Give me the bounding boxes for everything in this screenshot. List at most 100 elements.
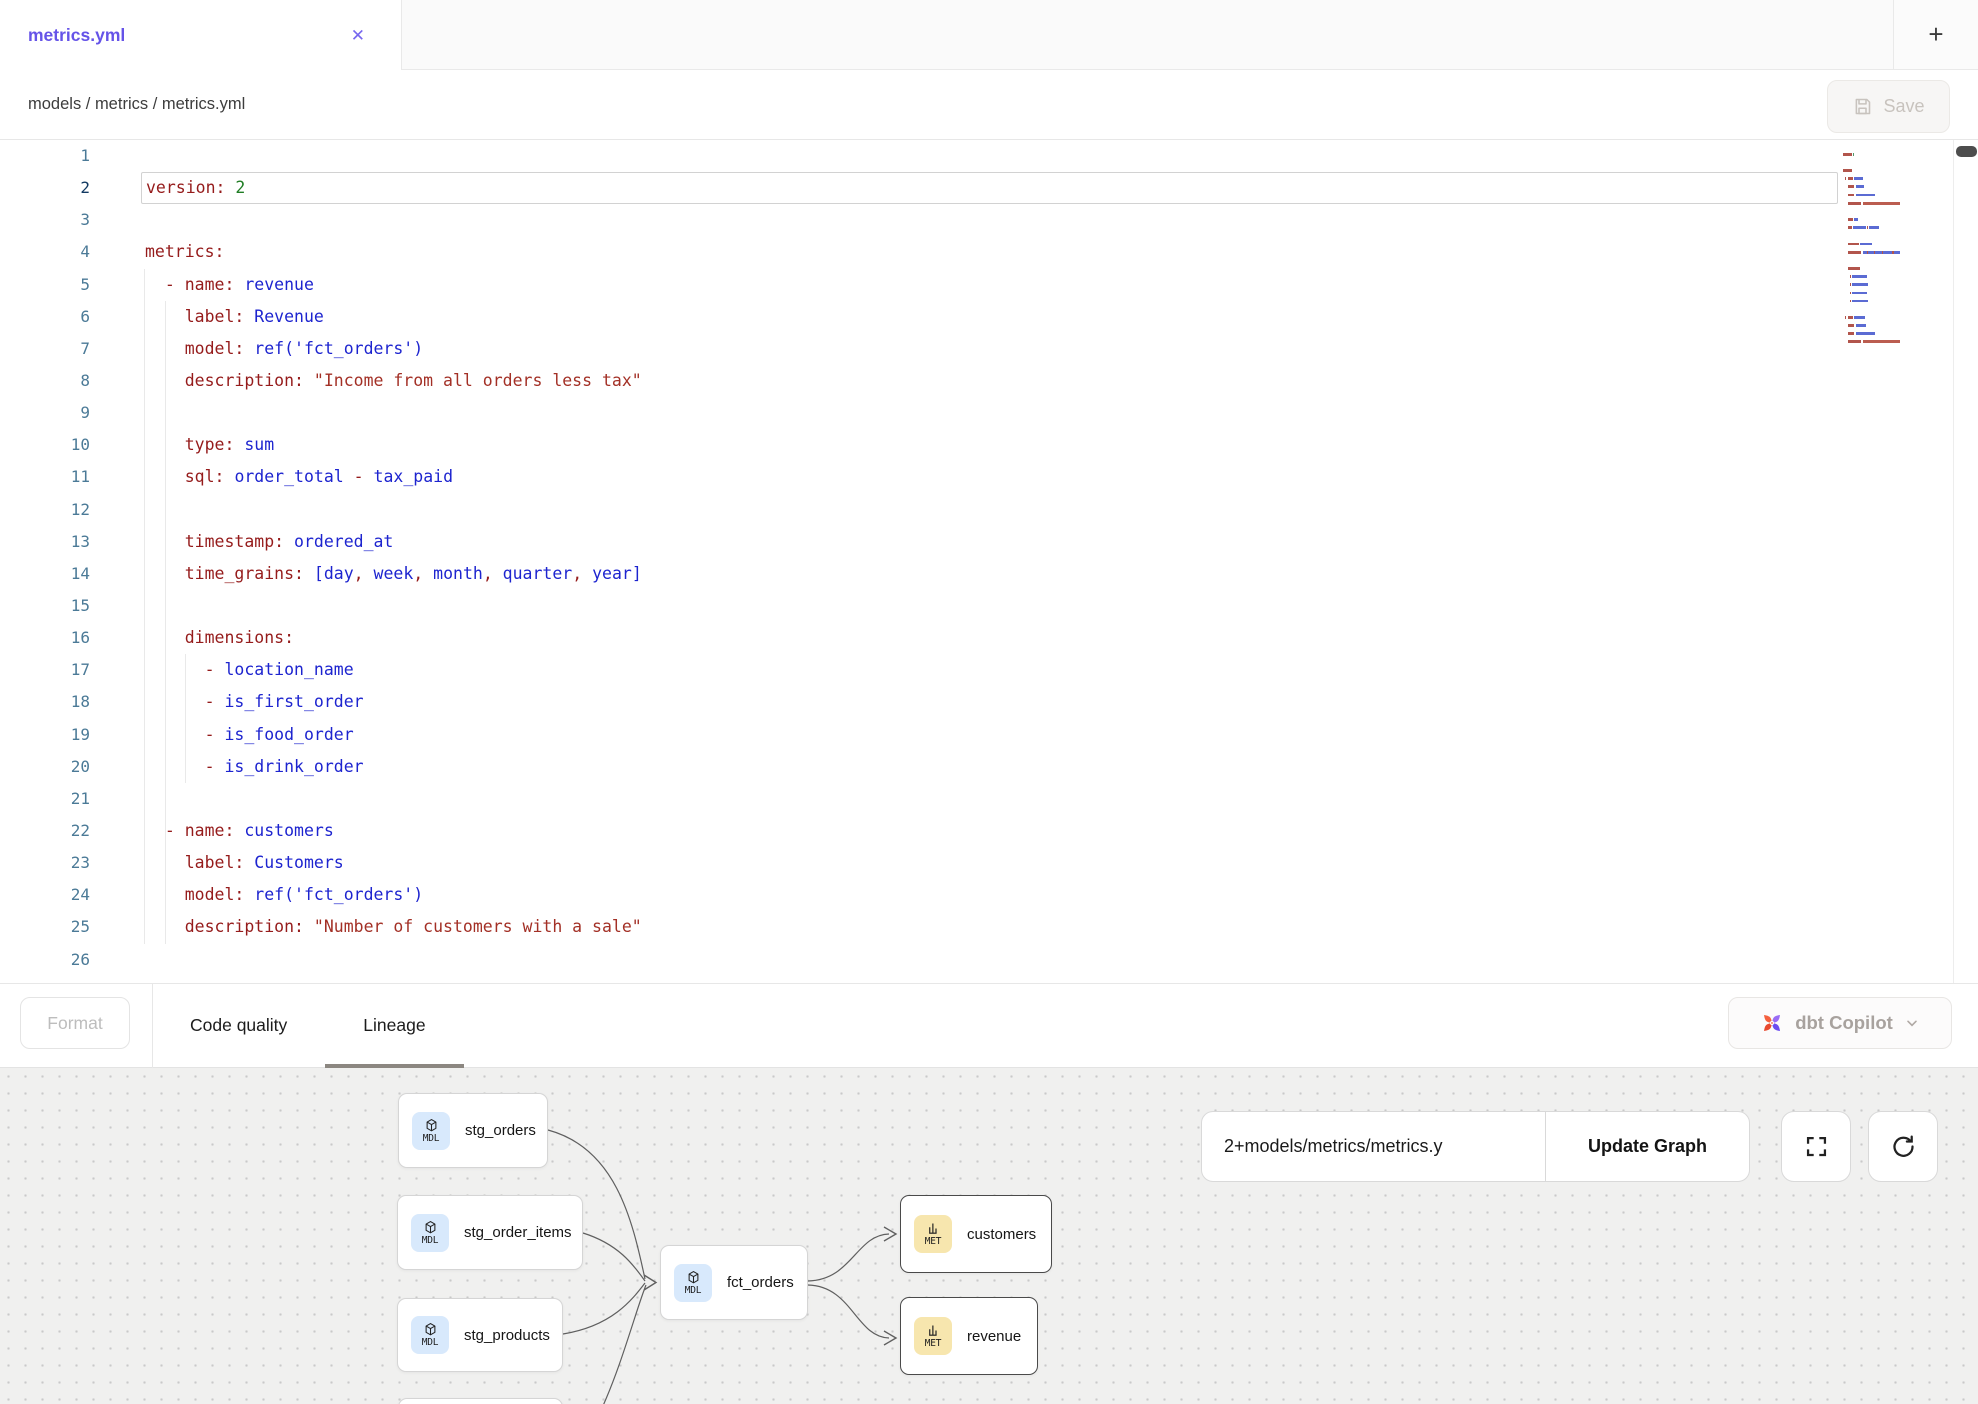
indent-guide xyxy=(144,269,145,944)
code-line-10[interactable]: 10 type: sum xyxy=(0,429,1978,461)
minimap[interactable] xyxy=(1843,142,1948,354)
node-label: fct_orders xyxy=(727,1274,794,1291)
line-content: - is_first_order xyxy=(141,686,1838,718)
code-line-19[interactable]: 19 - is_food_order xyxy=(0,719,1978,751)
selector-input[interactable]: 2+models/metrics/metrics.y xyxy=(1202,1112,1546,1181)
code-lines: 12version: 234metrics:5 - name: revenue6… xyxy=(0,140,1978,976)
tab-strip-empty xyxy=(402,0,1893,70)
code-line-26[interactable]: 26 xyxy=(0,944,1978,976)
line-content xyxy=(141,494,1838,526)
line-number: 18 xyxy=(0,686,90,718)
model-cube-icon xyxy=(423,1220,438,1235)
dbt-copilot-button[interactable]: dbt Copilot xyxy=(1728,997,1952,1049)
code-line-25[interactable]: 25 description: "Number of customers wit… xyxy=(0,911,1978,943)
new-tab-button[interactable]: + xyxy=(1893,0,1978,70)
code-line-14[interactable]: 14 time_grains: [day, week, month, quart… xyxy=(0,558,1978,590)
code-line-18[interactable]: 18 - is_first_order xyxy=(0,686,1978,718)
dbt-copilot-label: dbt Copilot xyxy=(1795,1012,1893,1034)
tab-title: metrics.yml xyxy=(28,25,125,46)
line-content: model: ref('fct_orders') xyxy=(141,333,1838,365)
badge-kind-label: MDL xyxy=(422,1337,439,1348)
node-label: customers xyxy=(967,1226,1036,1243)
code-editor[interactable]: 12version: 234metrics:5 - name: revenue6… xyxy=(0,140,1978,983)
line-content: - is_drink_order xyxy=(141,751,1838,783)
code-line-21[interactable]: 21 xyxy=(0,783,1978,815)
code-line-23[interactable]: 23 label: Customers xyxy=(0,847,1978,879)
indent-guide xyxy=(185,654,186,783)
lineage-node-stg_orders[interactable]: MDL stg_orders xyxy=(398,1093,548,1168)
save-icon xyxy=(1852,96,1873,117)
line-number: 19 xyxy=(0,719,90,751)
code-line-11[interactable]: 11 sql: order_total - tax_paid xyxy=(0,461,1978,493)
tab-metrics-yml[interactable]: metrics.yml ✕ xyxy=(0,0,402,70)
line-content: - name: customers xyxy=(141,815,1838,847)
indent-guide xyxy=(165,301,166,944)
line-number: 3 xyxy=(0,204,90,236)
code-line-3[interactable]: 3 xyxy=(0,204,1978,236)
code-line-1[interactable]: 1 xyxy=(0,140,1978,172)
code-line-22[interactable]: 22 - name: customers xyxy=(0,815,1978,847)
node-label: stg_products xyxy=(464,1327,550,1344)
line-content: description: "Number of customers with a… xyxy=(141,911,1838,943)
node-label: stg_orders xyxy=(465,1122,536,1139)
code-line-6[interactable]: 6 label: Revenue xyxy=(0,301,1978,333)
tab-code-quality[interactable]: Code quality xyxy=(152,984,325,1067)
line-number: 15 xyxy=(0,590,90,622)
line-content: time_grains: [day, week, month, quarter,… xyxy=(141,558,1838,590)
line-number: 22 xyxy=(0,815,90,847)
metric-chart-icon xyxy=(926,1221,941,1236)
refresh-button[interactable] xyxy=(1868,1111,1938,1182)
lineage-node-stg_products[interactable]: MDL stg_products xyxy=(397,1298,563,1372)
code-line-4[interactable]: 4metrics: xyxy=(0,236,1978,268)
model-cube-icon xyxy=(424,1118,439,1133)
lineage-node-stg_order_items[interactable]: MDLstg_order_items xyxy=(397,1195,583,1270)
fullscreen-button[interactable] xyxy=(1781,1111,1851,1182)
line-number: 10 xyxy=(0,429,90,461)
code-line-9[interactable]: 9 xyxy=(0,397,1978,429)
line-content: - location_name xyxy=(141,654,1838,686)
line-content: dimensions: xyxy=(141,622,1838,654)
lineage-node-fct_orders[interactable]: MDL fct_orders xyxy=(660,1245,808,1320)
save-button[interactable]: Save xyxy=(1827,80,1950,133)
code-line-12[interactable]: 12 xyxy=(0,494,1978,526)
badge-kind-label: MET xyxy=(925,1236,942,1247)
line-content: description: "Income from all orders les… xyxy=(141,365,1838,397)
refresh-icon xyxy=(1890,1133,1917,1160)
code-line-5[interactable]: 5 - name: revenue xyxy=(0,269,1978,301)
lineage-node-offscreen_model[interactable] xyxy=(398,1398,563,1404)
code-line-13[interactable]: 13 timestamp: ordered_at xyxy=(0,526,1978,558)
line-content: sql: order_total - tax_paid xyxy=(141,461,1838,493)
code-line-17[interactable]: 17 - location_name xyxy=(0,654,1978,686)
badge-kind-label: MDL xyxy=(685,1285,702,1296)
code-line-7[interactable]: 7 model: ref('fct_orders') xyxy=(0,333,1978,365)
line-number: 5 xyxy=(0,269,90,301)
tab-lineage[interactable]: Lineage xyxy=(325,984,463,1067)
close-tab-icon[interactable]: ✕ xyxy=(351,27,365,44)
format-button[interactable]: Format xyxy=(20,997,130,1049)
lineage-node-customers[interactable]: MET customers xyxy=(900,1195,1052,1273)
code-line-8[interactable]: 8 description: "Income from all orders l… xyxy=(0,365,1978,397)
scrollbar-thumb[interactable] xyxy=(1956,146,1977,157)
model-cube-icon xyxy=(686,1270,701,1285)
mdl-badge: MDL xyxy=(412,1112,450,1150)
model-cube-icon xyxy=(423,1322,438,1337)
line-content xyxy=(141,783,1838,815)
line-number: 6 xyxy=(0,301,90,333)
line-number: 13 xyxy=(0,526,90,558)
line-number: 8 xyxy=(0,365,90,397)
code-line-24[interactable]: 24 model: ref('fct_orders') xyxy=(0,879,1978,911)
lineage-canvas[interactable]: MDL stg_orders MDLstg_order_items MDL stg_pr… xyxy=(0,1068,1978,1404)
line-content xyxy=(141,590,1838,622)
line-content xyxy=(141,204,1838,236)
line-content: - name: revenue xyxy=(141,269,1838,301)
code-line-15[interactable]: 15 xyxy=(0,590,1978,622)
update-graph-button[interactable]: Update Graph xyxy=(1546,1112,1749,1181)
line-number: 9 xyxy=(0,397,90,429)
lineage-node-revenue[interactable]: METrevenue xyxy=(900,1297,1038,1375)
code-line-20[interactable]: 20 - is_drink_order xyxy=(0,751,1978,783)
metric-chart-icon xyxy=(926,1323,941,1338)
code-line-16[interactable]: 16 dimensions: xyxy=(0,622,1978,654)
node-label: revenue xyxy=(967,1328,1021,1345)
code-line-2[interactable]: 2version: 2 xyxy=(0,172,1978,204)
line-content xyxy=(141,140,1838,172)
